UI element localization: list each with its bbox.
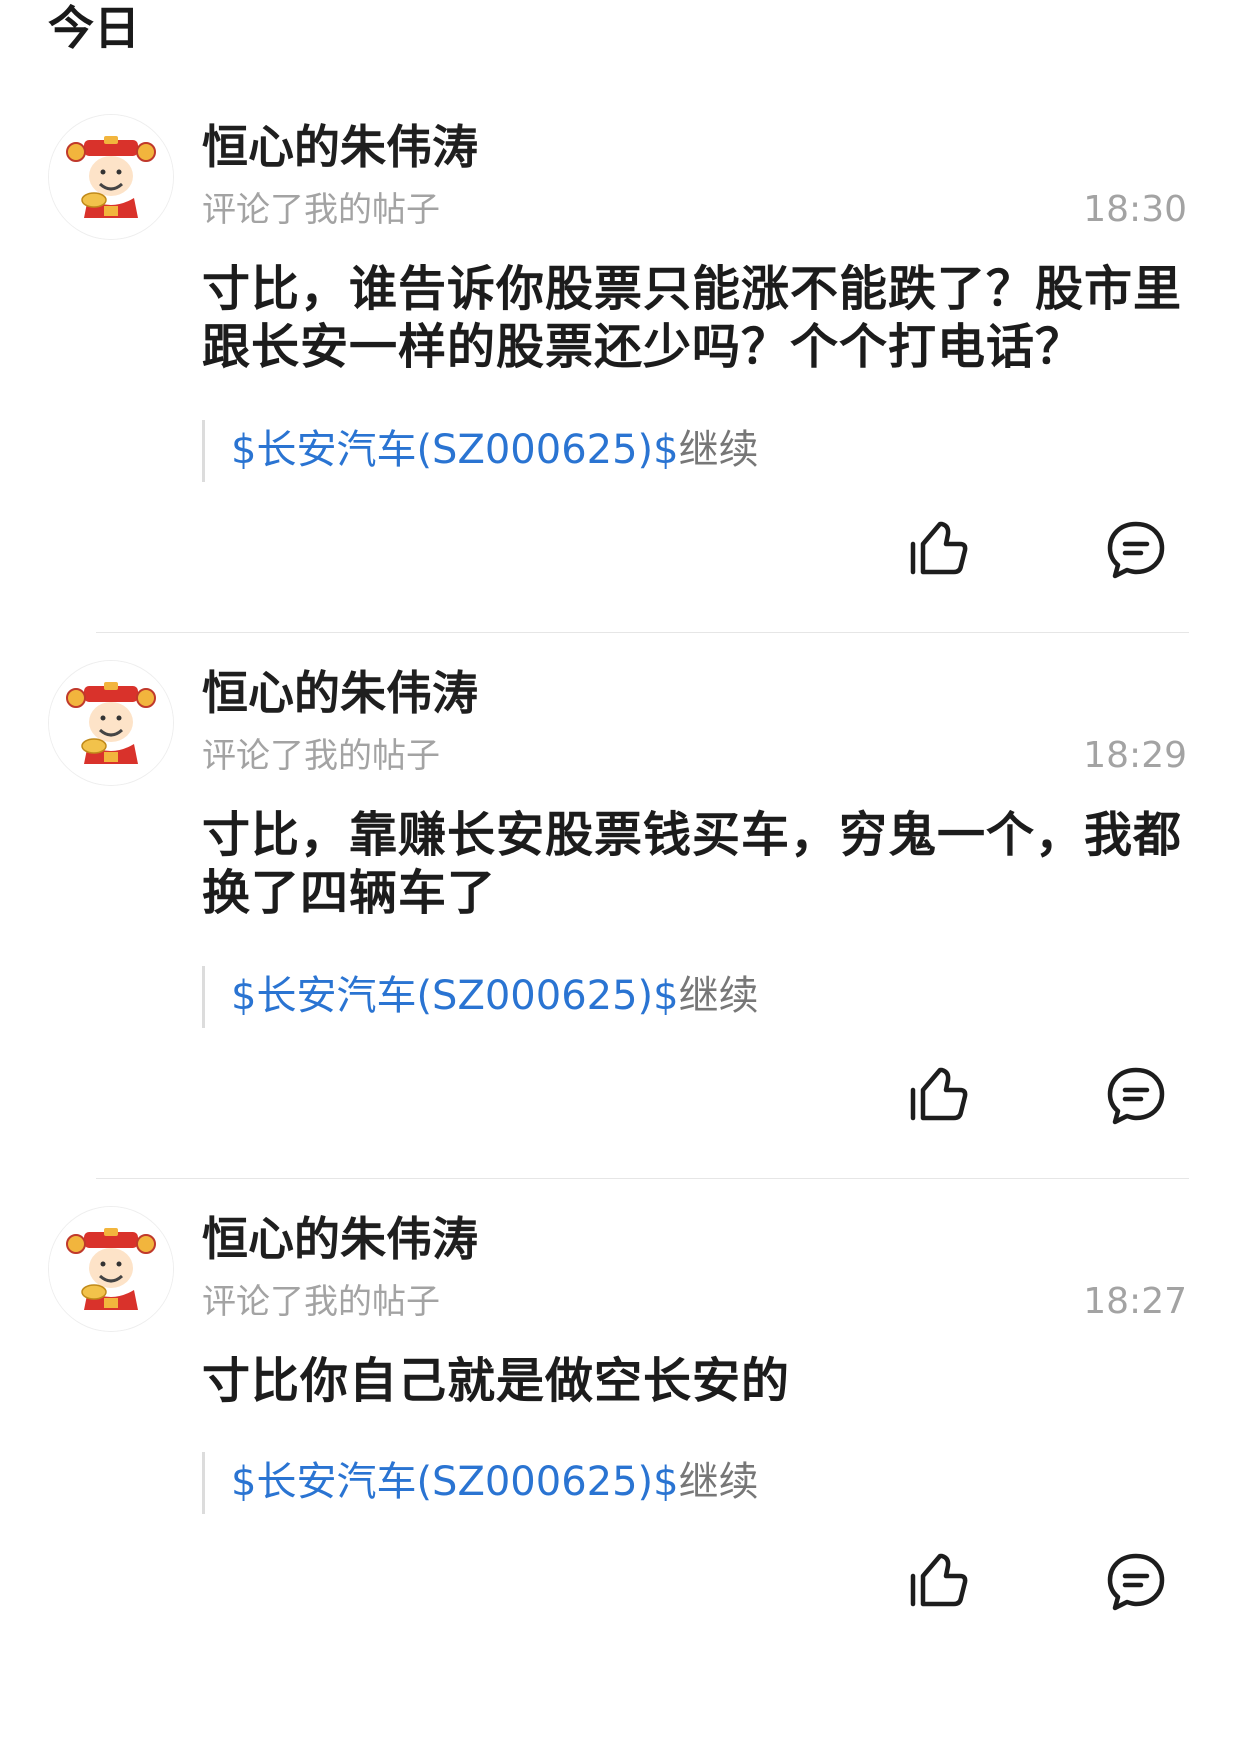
reply-button[interactable] bbox=[1104, 518, 1168, 582]
timestamp: 18:27 bbox=[1083, 1281, 1187, 1322]
user-name[interactable]: 恒心的朱伟涛 bbox=[202, 118, 478, 176]
quoted-post-text: 继续 bbox=[678, 1459, 759, 1505]
quoted-post-text: 继续 bbox=[678, 973, 759, 1019]
like-button[interactable] bbox=[906, 1064, 970, 1128]
timestamp: 18:29 bbox=[1083, 735, 1187, 776]
timestamp: 18:30 bbox=[1083, 189, 1187, 230]
stock-link[interactable]: $长安汽车(SZ000625)$ bbox=[231, 1459, 679, 1505]
comment-bubble-icon bbox=[1107, 1553, 1165, 1611]
comment-content[interactable]: 寸比，谁告诉你股票只能涨不能跌了？股市里跟长安一样的股票还少吗？个个打电话？ bbox=[202, 260, 1187, 376]
notification-item[interactable]: 恒心的朱伟涛 评论了我的帖子 18:27 寸比你自己就是做空长安的 $长安汽车(… bbox=[0, 1206, 1259, 1752]
thumbs-up-icon bbox=[910, 1067, 968, 1121]
avatar[interactable] bbox=[48, 660, 174, 786]
like-button[interactable] bbox=[906, 518, 970, 582]
divider bbox=[96, 632, 1189, 633]
notification-action: 评论了我的帖子 bbox=[202, 736, 440, 776]
thumbs-up-icon bbox=[910, 521, 968, 575]
comment-content[interactable]: 寸比你自己就是做空长安的 bbox=[202, 1352, 1187, 1410]
notification-item[interactable]: 恒心的朱伟涛 评论了我的帖子 18:30 寸比，谁告诉你股票只能涨不能跌了？股市… bbox=[0, 114, 1259, 660]
like-button[interactable] bbox=[906, 1550, 970, 1614]
god-of-wealth-avatar-icon bbox=[49, 661, 173, 785]
stock-link[interactable]: $长安汽车(SZ000625)$ bbox=[231, 427, 679, 473]
comment-content[interactable]: 寸比，靠赚长安股票钱买车，穷鬼一个，我都换了四辆车了 bbox=[202, 806, 1187, 922]
comment-bubble-icon bbox=[1107, 1067, 1165, 1125]
quoted-post-text: 继续 bbox=[678, 427, 759, 473]
avatar[interactable] bbox=[48, 114, 174, 240]
comment-bubble-icon bbox=[1107, 521, 1165, 579]
avatar[interactable] bbox=[48, 1206, 174, 1332]
user-name[interactable]: 恒心的朱伟涛 bbox=[202, 1210, 478, 1268]
notification-item[interactable]: 恒心的朱伟涛 评论了我的帖子 18:29 寸比，靠赚长安股票钱买车，穷鬼一个，我… bbox=[0, 660, 1259, 1206]
user-name[interactable]: 恒心的朱伟涛 bbox=[202, 664, 478, 722]
quoted-post[interactable]: $长安汽车(SZ000625)$继续 bbox=[202, 420, 1190, 482]
god-of-wealth-avatar-icon bbox=[49, 115, 173, 239]
quoted-post[interactable]: $长安汽车(SZ000625)$继续 bbox=[202, 966, 1190, 1028]
notification-action: 评论了我的帖子 bbox=[202, 190, 440, 230]
section-title-today: 今日 bbox=[48, 1, 140, 55]
notification-action: 评论了我的帖子 bbox=[202, 1282, 440, 1322]
reply-button[interactable] bbox=[1104, 1064, 1168, 1128]
thumbs-up-icon bbox=[910, 1553, 968, 1607]
reply-button[interactable] bbox=[1104, 1550, 1168, 1614]
divider bbox=[96, 1178, 1189, 1179]
stock-link[interactable]: $长安汽车(SZ000625)$ bbox=[231, 973, 679, 1019]
quoted-post[interactable]: $长安汽车(SZ000625)$继续 bbox=[202, 1452, 1190, 1514]
god-of-wealth-avatar-icon bbox=[49, 1207, 173, 1331]
